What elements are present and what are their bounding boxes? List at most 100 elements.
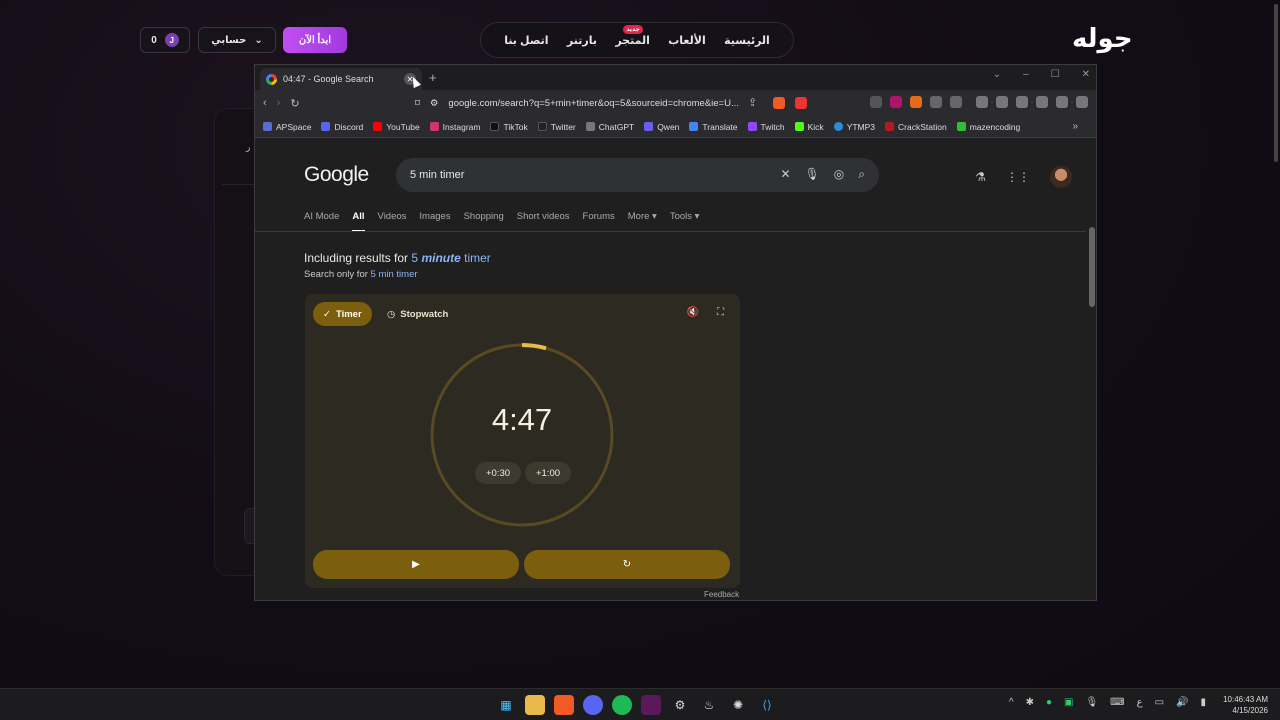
including-link[interactable]: 5 minute timer: [411, 251, 490, 265]
steelseries-icon[interactable]: ⚙: [670, 695, 690, 715]
tab-short-videos[interactable]: Short videos: [517, 211, 570, 232]
bookmark-twitter[interactable]: Twitter: [537, 122, 576, 132]
tab-images[interactable]: Images: [419, 211, 450, 232]
mic-icon[interactable]: 🎙: [805, 167, 820, 182]
more-bookmarks-icon[interactable]: »: [1072, 121, 1078, 132]
battery-icon[interactable]: ▮: [1200, 697, 1206, 708]
site-info-icon[interactable]: ⚙: [430, 98, 439, 109]
tab-more[interactable]: More ▾: [628, 211, 657, 232]
new-tab-icon[interactable]: +: [429, 70, 437, 85]
coins-balance[interactable]: 0 J: [140, 27, 190, 53]
windows-start-icon[interactable]: ▦: [496, 695, 516, 715]
search-query[interactable]: 5 min timer: [410, 169, 464, 181]
chatgpt-app-icon[interactable]: ✺: [728, 695, 748, 715]
vscode-icon[interactable]: ⟨⟩: [757, 695, 777, 715]
timer-chip[interactable]: ✓ Timer: [313, 302, 372, 326]
feedback-link[interactable]: Feedback: [704, 590, 739, 599]
downloads-icon[interactable]: [976, 96, 988, 108]
bookmark-discord[interactable]: Discord: [321, 122, 363, 132]
bookmark-ytmp3[interactable]: YTMP3: [833, 122, 875, 132]
tab-shopping[interactable]: Shopping: [464, 211, 504, 232]
microphone-icon[interactable]: 🎙: [1085, 697, 1098, 708]
brave-shield-icon[interactable]: [773, 97, 785, 109]
bookmark-qwen[interactable]: Qwen: [644, 122, 679, 132]
reload-icon[interactable]: ↻: [290, 97, 299, 110]
lens-icon[interactable]: ◎: [834, 167, 844, 182]
sidebar-icon[interactable]: [996, 96, 1008, 108]
network-icon[interactable]: ▭: [1155, 697, 1164, 708]
browser-tab[interactable]: 04:47 - Google Search ✕: [260, 68, 422, 90]
bookmark-youtube[interactable]: YouTube: [373, 122, 420, 132]
status-dot-icon[interactable]: ●: [1046, 697, 1052, 708]
forward-icon[interactable]: ›: [277, 97, 281, 109]
bookmark-chatgpt[interactable]: ChatGPT: [585, 122, 634, 132]
search-icon[interactable]: ⌕: [858, 167, 865, 182]
wallet-icon[interactable]: [1016, 96, 1028, 108]
add-1-minute-button[interactable]: +1:00: [525, 462, 571, 484]
search-only-link[interactable]: 5 min timer: [371, 269, 418, 280]
timer-display[interactable]: 4:47: [429, 402, 615, 438]
url-text[interactable]: google.com/search?q=5+min+timer&oq=5&sou…: [448, 98, 738, 109]
page-scrollbar[interactable]: [1272, 0, 1280, 688]
fullscreen-icon[interactable]: ⛶: [717, 307, 724, 318]
start-now-button[interactable]: ابدأ الآن: [283, 27, 347, 53]
tray-app-icon[interactable]: ▣: [1064, 697, 1073, 708]
bookmark-translate[interactable]: Translate: [689, 122, 738, 132]
page-scroll-thumb[interactable]: [1274, 4, 1278, 162]
extension-screen-icon[interactable]: [950, 96, 962, 108]
share-icon[interactable]: ⇪: [748, 96, 757, 109]
vpn-icon[interactable]: [1056, 96, 1068, 108]
mute-icon[interactable]: 🔇: [687, 307, 699, 318]
input-language[interactable]: ع: [1137, 697, 1143, 708]
apps-grid-icon[interactable]: ⋮⋮: [1006, 170, 1030, 184]
address-bar[interactable]: ⌑ ⚙ google.com/search?q=5+min+timer&oq=5…: [415, 94, 765, 112]
brave-browser-icon[interactable]: [554, 695, 574, 715]
extension-orange-icon[interactable]: [910, 96, 922, 108]
tab-all[interactable]: All: [352, 211, 365, 232]
minimize-icon[interactable]: –: [1023, 69, 1029, 80]
nav-store[interactable]: جديد المتجر: [615, 24, 650, 47]
bookmark-page-icon[interactable]: ⌑: [415, 98, 420, 109]
tray-chevron-up-icon[interactable]: ^: [1009, 697, 1014, 708]
keyboard-icon[interactable]: ⌨: [1110, 697, 1124, 708]
close-window-icon[interactable]: ✕: [1082, 69, 1090, 80]
spotify-icon[interactable]: [612, 695, 632, 715]
tab-videos[interactable]: Videos: [378, 211, 407, 232]
results-scroll-thumb[interactable]: [1089, 227, 1095, 307]
tab-search-icon[interactable]: ⌄: [993, 69, 1001, 80]
bookmark-tiktok[interactable]: TikTok: [490, 122, 528, 132]
bookmark-twitch[interactable]: Twitch: [747, 122, 785, 132]
bookmark-apspace[interactable]: APSpace: [263, 122, 311, 132]
tab-ai-mode[interactable]: AI Mode: [304, 211, 339, 232]
bookmark-instagram[interactable]: Instagram: [429, 122, 480, 132]
google-logo[interactable]: Google: [304, 163, 369, 187]
bookmark-mazencoding[interactable]: mazencoding: [956, 122, 1020, 132]
slack-icon[interactable]: ✱: [1026, 697, 1034, 708]
leo-ai-icon[interactable]: [1036, 96, 1048, 108]
extension-glasses-icon[interactable]: [870, 96, 882, 108]
tab-tools[interactable]: Tools ▾: [670, 211, 700, 232]
brave-rewards-icon[interactable]: [795, 97, 807, 109]
search-input[interactable]: 5 min timer ✕ 🎙 ◎ ⌕: [396, 158, 879, 192]
discord-app-icon[interactable]: [583, 695, 603, 715]
results-scrollbar[interactable]: [1086, 213, 1096, 600]
back-icon[interactable]: ‹: [263, 97, 267, 109]
bookmark-kick[interactable]: Kick: [794, 122, 824, 132]
nav-contact[interactable]: اتصل بنا: [504, 34, 548, 47]
taskbar-clock[interactable]: 10:46:43 AM 4/15/2026: [1223, 694, 1268, 716]
add-30-seconds-button[interactable]: +0:30: [475, 462, 521, 484]
nav-games[interactable]: الألعاب: [668, 34, 706, 47]
extensions-puzzle-icon[interactable]: [930, 96, 942, 108]
clear-icon[interactable]: ✕: [780, 167, 790, 182]
volume-icon[interactable]: 🔊: [1176, 697, 1188, 708]
play-button[interactable]: ▶: [313, 550, 519, 579]
extension-u-icon[interactable]: [890, 96, 902, 108]
reset-button[interactable]: ↻: [524, 550, 730, 579]
nav-home[interactable]: الرئيسية: [724, 34, 770, 47]
tab-forums[interactable]: Forums: [583, 211, 615, 232]
account-button[interactable]: حسابي ⌄: [198, 27, 276, 53]
labs-flask-icon[interactable]: ⚗: [975, 170, 986, 184]
nav-partner[interactable]: بارتنر: [567, 34, 597, 47]
next-app-icon[interactable]: [641, 695, 661, 715]
file-explorer-icon[interactable]: [525, 695, 545, 715]
